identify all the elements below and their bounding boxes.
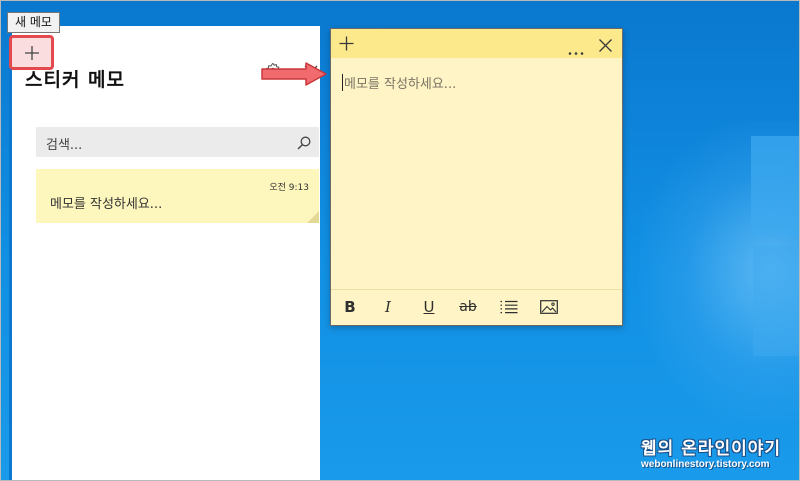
- new-note-button[interactable]: [9, 35, 54, 70]
- search-input[interactable]: 검색...: [36, 127, 319, 157]
- desktop: 검색... 오전 9:13 메모를 작성하세요... 스티커 메모 새 메모 메…: [0, 0, 800, 481]
- note-preview: 메모를 작성하세요...: [50, 197, 163, 212]
- underline-button[interactable]: U: [420, 298, 438, 316]
- note-placeholder: 메모를 작성하세요...: [344, 77, 457, 92]
- more-icon[interactable]: [568, 41, 584, 55]
- bold-button[interactable]: B: [341, 298, 359, 316]
- text-caret: [342, 74, 343, 91]
- page-fold: [307, 211, 319, 223]
- plus-icon[interactable]: [339, 36, 354, 51]
- new-note-tooltip: 새 메모: [7, 12, 60, 33]
- search-placeholder: 검색...: [46, 138, 83, 153]
- close-icon[interactable]: [599, 37, 612, 52]
- note-text-area[interactable]: 메모를 작성하세요...: [331, 58, 622, 290]
- sticky-notes-list-window: 검색... 오전 9:13 메모를 작성하세요...: [9, 26, 320, 480]
- arrow-annotation: [261, 62, 327, 86]
- windows-logo-pane: [753, 246, 799, 356]
- watermark-url: webonlinestory.tistory.com: [641, 459, 770, 470]
- plus-icon: [24, 45, 39, 60]
- image-icon[interactable]: [540, 298, 558, 316]
- bullet-list-icon[interactable]: [500, 298, 518, 316]
- note-timestamp: 오전 9:13: [269, 183, 309, 193]
- sticky-note-window: 메모를 작성하세요... B I U ab: [330, 28, 623, 326]
- watermark-title: 웹의 온라인이야기: [641, 439, 782, 459]
- italic-button[interactable]: I: [379, 298, 397, 316]
- note-titlebar[interactable]: [331, 29, 622, 58]
- search-icon[interactable]: [297, 135, 311, 150]
- windows-logo-pane: [751, 136, 799, 236]
- note-list-item[interactable]: 오전 9:13 메모를 작성하세요...: [36, 169, 319, 223]
- strikethrough-button[interactable]: ab: [459, 298, 477, 316]
- format-toolbar: B I U ab: [331, 289, 622, 325]
